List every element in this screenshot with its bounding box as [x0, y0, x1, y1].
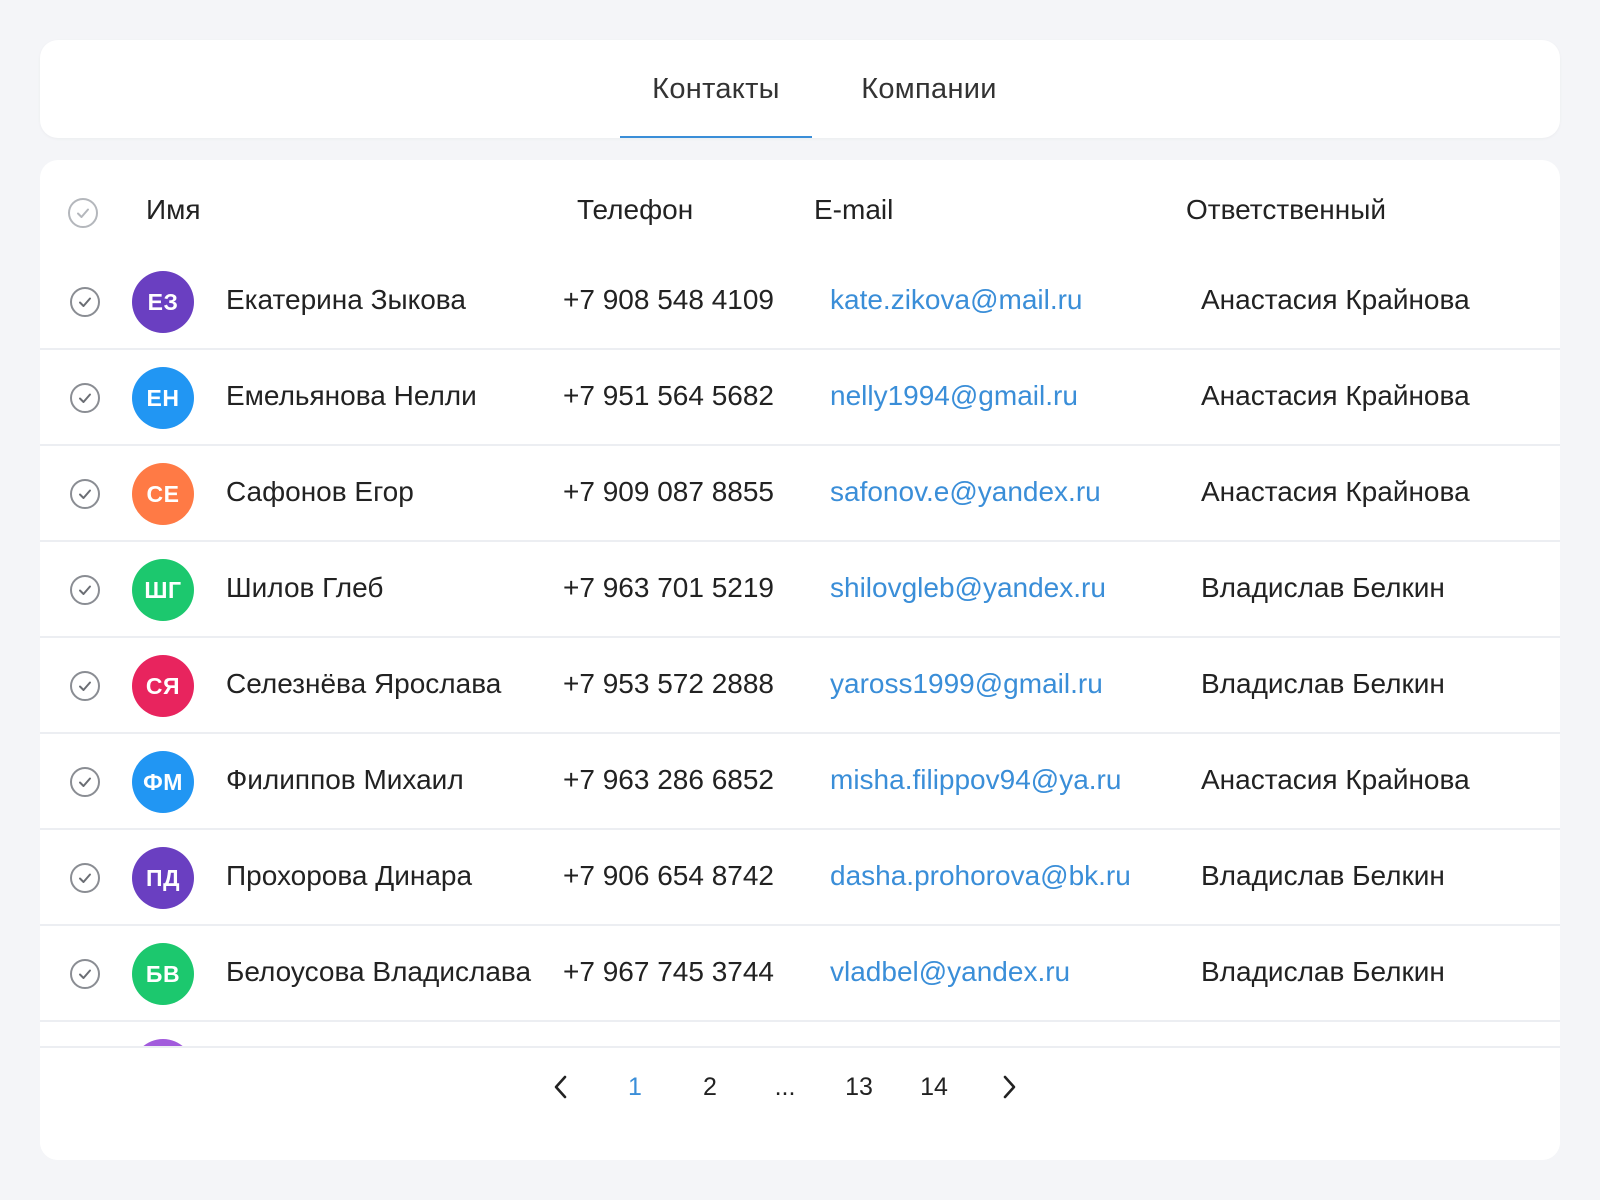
table-row[interactable]: ЕЗ Екатерина Зыкова +7 908 548 4109 kate.zi…: [40, 254, 1560, 350]
contact-phone: +7 963 286 6852: [563, 764, 774, 795]
avatar: ПД: [132, 847, 194, 909]
contact-email-link[interactable]: misha.filippov94@ya.ru: [830, 764, 1190, 796]
table-row[interactable]: ШГ Шилов Глеб +7 963 701 5219 shilovgleb@ya…: [40, 542, 1560, 638]
contact-name[interactable]: Филиппов Михаил: [226, 764, 534, 796]
row-checkbox[interactable]: [70, 479, 100, 509]
table-header: Имя Телефон E-mail Ответственный: [40, 160, 1560, 254]
check-icon: [79, 393, 91, 403]
contact-name[interactable]: Екатерина Зыкова: [226, 284, 534, 316]
row-checkbox[interactable]: [70, 671, 100, 701]
page-button-2[interactable]: 2: [685, 1048, 735, 1126]
row-checkbox[interactable]: [70, 287, 100, 317]
contact-name[interactable]: Белоусова Владислава: [226, 956, 534, 988]
page-ellipsis: ...: [774, 1072, 796, 1101]
table-row[interactable]: ПД Прохорова Динара +7 906 654 8742 dasha.p…: [40, 830, 1560, 926]
contact-phone: +7 951 564 5682: [563, 380, 774, 411]
avatar: СЕ: [132, 463, 194, 525]
check-icon: [79, 777, 91, 787]
page-button-13[interactable]: 13: [834, 1048, 884, 1126]
check-icon: [79, 489, 91, 499]
table-body: ЕЗ Екатерина Зыкова +7 908 548 4109 kate.zi…: [40, 254, 1560, 1062]
contact-owner: Владислав Белкин: [1201, 668, 1445, 699]
contact-phone: +7 953 572 2888: [563, 668, 774, 699]
contact-phone: +7 909 087 8855: [563, 476, 774, 507]
avatar: ЕЗ: [132, 271, 194, 333]
row-checkbox[interactable]: [70, 863, 100, 893]
row-checkbox[interactable]: [70, 959, 100, 989]
contact-phone: +7 963 701 5219: [563, 572, 774, 603]
page-button-1[interactable]: 1: [610, 1048, 660, 1126]
contact-email-link[interactable]: vladbel@yandex.ru: [830, 956, 1190, 988]
check-icon: [79, 297, 91, 307]
tabs-bar: Контакты Компании: [40, 40, 1560, 138]
page-button-14[interactable]: 14: [909, 1048, 959, 1126]
column-header-name[interactable]: Имя: [146, 194, 201, 226]
contact-owner: Анастасия Крайнова: [1201, 476, 1470, 507]
table-row[interactable]: ФМ Филиппов Михаил +7 963 286 6852 misha.fi…: [40, 734, 1560, 830]
contact-name[interactable]: Сафонов Егор: [226, 476, 534, 508]
row-checkbox[interactable]: [70, 383, 100, 413]
column-header-phone[interactable]: Телефон: [577, 194, 693, 226]
avatar: ФМ: [132, 751, 194, 813]
tab-contacts[interactable]: Контакты: [620, 40, 812, 138]
avatar: ШГ: [132, 559, 194, 621]
contact-owner: Анастасия Крайнова: [1201, 284, 1470, 315]
contact-email-link[interactable]: shilovgleb@yandex.ru: [830, 572, 1190, 604]
select-all-checkbox[interactable]: [68, 198, 98, 228]
table-row[interactable]: СЯ Селезнёва Ярослава +7 953 572 2888 yaros…: [40, 638, 1560, 734]
contact-name[interactable]: Прохорова Динара: [226, 860, 534, 892]
avatar: БВ: [132, 943, 194, 1005]
contact-owner: Анастасия Крайнова: [1201, 764, 1470, 795]
contact-email-link[interactable]: kate.zikova@mail.ru: [830, 284, 1190, 316]
contact-owner: Анастасия Крайнова: [1201, 380, 1470, 411]
contact-owner: Владислав Белкин: [1201, 860, 1445, 891]
contact-email-link[interactable]: safonov.e@yandex.ru: [830, 476, 1190, 508]
check-icon: [77, 208, 89, 218]
contact-phone: +7 908 548 4109: [563, 284, 774, 315]
contact-name[interactable]: Селезнёва Ярослава: [226, 668, 534, 700]
column-header-email[interactable]: E-mail: [814, 194, 893, 226]
contact-owner: Владислав Белкин: [1201, 572, 1445, 603]
contact-email-link[interactable]: nelly1994@gmail.ru: [830, 380, 1190, 412]
next-page-button[interactable]: [984, 1048, 1034, 1126]
check-icon: [79, 873, 91, 883]
check-icon: [79, 585, 91, 595]
contact-phone: +7 967 745 3744: [563, 956, 774, 987]
table-row[interactable]: БВ Белоусова Владислава +7 967 745 3744 vla…: [40, 926, 1560, 1022]
check-icon: [79, 969, 91, 979]
active-tab-indicator: [620, 136, 812, 138]
avatar: ЕН: [132, 367, 194, 429]
table-row[interactable]: СЕ Сафонов Егор +7 909 087 8855 safonov.e@y…: [40, 446, 1560, 542]
tab-companies[interactable]: Компании: [833, 40, 1025, 138]
pagination: 1 2 ... 13 14: [40, 1046, 1560, 1160]
column-header-owner[interactable]: Ответственный: [1186, 194, 1386, 226]
contact-owner: Владислав Белкин: [1201, 956, 1445, 987]
contact-phone: +7 906 654 8742: [563, 860, 774, 891]
row-checkbox[interactable]: [70, 575, 100, 605]
prev-page-button[interactable]: [536, 1048, 586, 1126]
chevron-right-icon: [1003, 1075, 1016, 1099]
row-checkbox[interactable]: [70, 767, 100, 797]
contact-email-link[interactable]: yaross1999@gmail.ru: [830, 668, 1190, 700]
table-row[interactable]: ЕН Емельянова Нелли +7 951 564 5682 nelly19…: [40, 350, 1560, 446]
avatar: СЯ: [132, 655, 194, 717]
contact-name[interactable]: Шилов Глеб: [226, 572, 534, 604]
contacts-table: Имя Телефон E-mail Ответственный ЕЗ Екате…: [40, 160, 1560, 1160]
chevron-left-icon: [554, 1075, 567, 1099]
contact-name[interactable]: Емельянова Нелли: [226, 380, 534, 412]
contact-email-link[interactable]: dasha.prohorova@bk.ru: [830, 860, 1190, 892]
check-icon: [79, 681, 91, 691]
